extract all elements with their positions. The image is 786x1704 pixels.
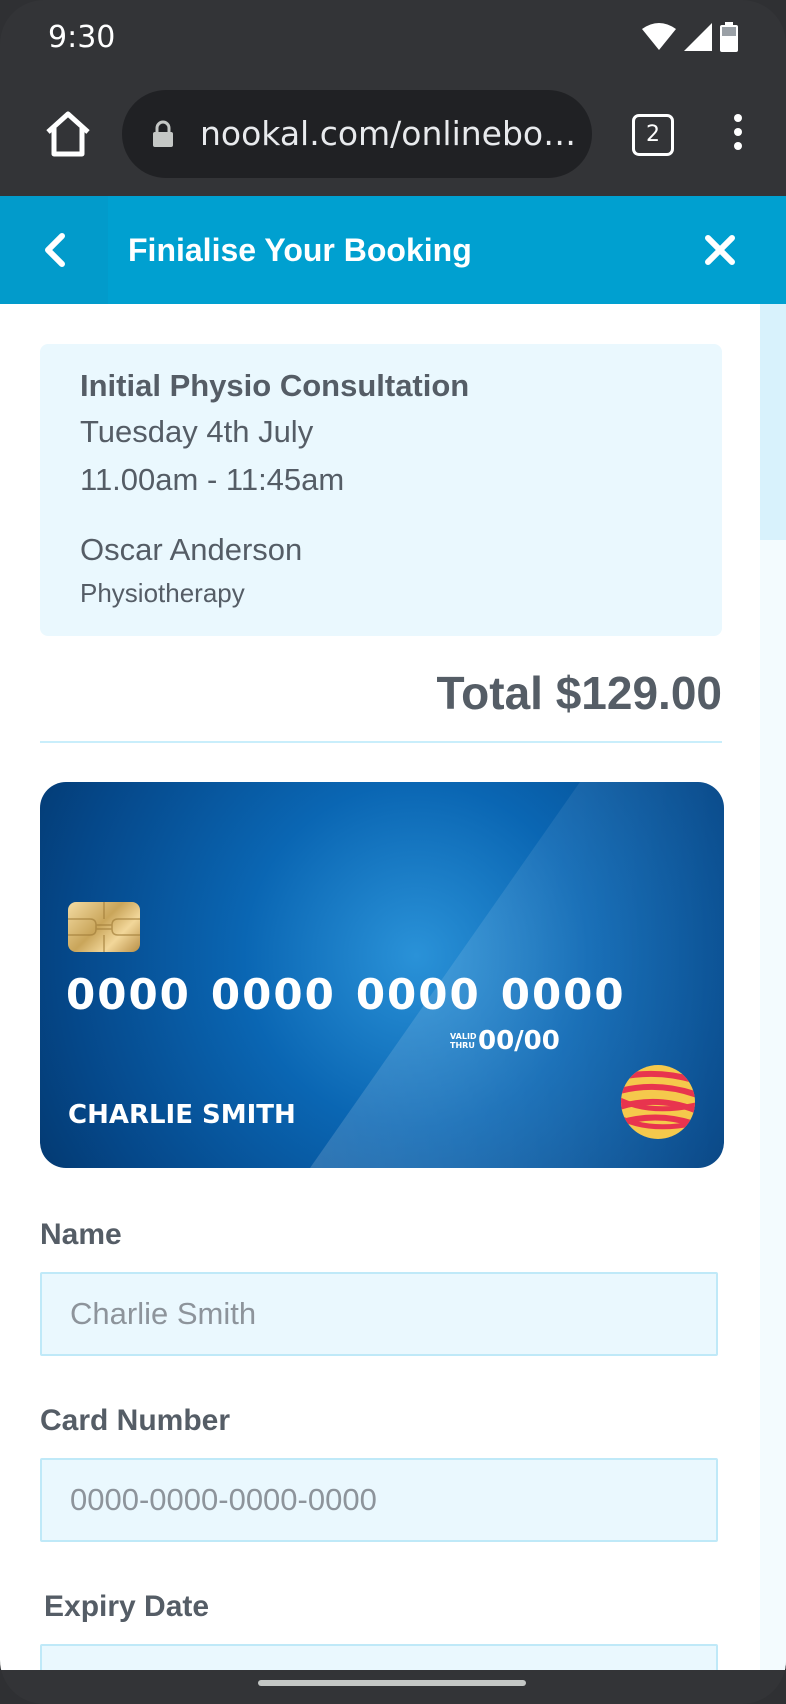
web-page: Finialise Your Booking Initial Physio Co… <box>0 196 786 1670</box>
app-header: Finialise Your Booking <box>0 196 786 304</box>
card-number-label: Card Number <box>40 1404 231 1437</box>
appointment-time: 11.00am - 11:45am <box>80 462 345 497</box>
card-network-logo-icon <box>621 1065 695 1139</box>
phone-screen: 9:30 nookal.com/onlinebooking 2 Finialis… <box>0 0 786 1704</box>
card-chip-icon <box>68 902 140 952</box>
battery-icon <box>720 22 738 52</box>
browser-toolbar: nookal.com/onlinebooking 2 <box>0 80 786 196</box>
page-title: Finialise Your Booking <box>128 232 472 268</box>
practitioner-name: Oscar Anderson <box>80 532 303 567</box>
status-icons <box>642 22 738 52</box>
card-holder-display: CHARLIE SMITH <box>68 1100 296 1130</box>
lock-icon <box>153 120 173 147</box>
scrollbar-thumb[interactable] <box>760 304 786 540</box>
home-icon[interactable] <box>40 106 96 162</box>
back-button[interactable] <box>0 196 108 304</box>
credit-card-preview: 0000 0000 0000 0000 VALID THRU 00/00 CHARLI… <box>40 782 724 1168</box>
status-bar: 9:30 <box>0 0 786 80</box>
signal-icon <box>684 23 712 51</box>
valid-thru-label: VALID THRU <box>450 1032 477 1050</box>
home-gesture-handle[interactable] <box>258 1680 526 1686</box>
valid-label-line: THRU <box>450 1041 475 1050</box>
status-time: 9:30 <box>48 20 116 55</box>
address-bar[interactable]: nookal.com/onlinebooking <box>122 90 592 178</box>
divider <box>40 741 722 743</box>
name-label: Name <box>40 1218 122 1251</box>
total-price: Total $129.00 <box>436 667 722 719</box>
gesture-nav-bar <box>0 1670 786 1704</box>
url-text: nookal.com/onlinebooking <box>200 114 580 153</box>
card-number-input[interactable] <box>40 1458 718 1542</box>
back-chevron-icon <box>45 233 65 267</box>
appointment-date: Tuesday 4th July <box>80 414 314 449</box>
card-expiry-display: 00/00 <box>478 1026 560 1056</box>
appointment-title: Initial Physio Consultation <box>80 368 470 403</box>
name-input[interactable] <box>40 1272 718 1356</box>
tabs-icon[interactable]: 2 <box>632 114 674 156</box>
practitioner-department: Physiotherapy <box>80 578 245 608</box>
card-number-group: 0000 <box>500 970 626 1019</box>
card-number-group: 0000 <box>66 970 191 1019</box>
more-vert-icon[interactable] <box>726 110 750 158</box>
wifi-icon <box>642 23 676 50</box>
card-number-group: 0000 <box>355 970 481 1019</box>
card-number-display: 0000 0000 0000 0000 <box>66 970 646 1019</box>
close-icon[interactable] <box>700 230 740 270</box>
valid-label-line: VALID <box>450 1032 477 1041</box>
card-number-group: 0000 <box>210 970 336 1019</box>
booking-summary: Initial Physio Consultation Tuesday 4th … <box>40 344 722 636</box>
expiry-date-input[interactable] <box>40 1644 718 1670</box>
expiry-date-label: Expiry Date <box>44 1590 210 1623</box>
